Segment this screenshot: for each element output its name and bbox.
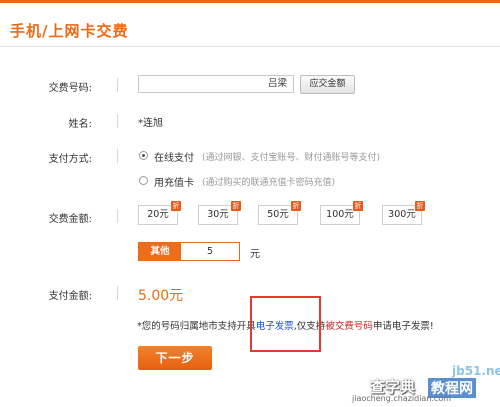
payment-label: 支付方式: [48,154,92,165]
amount-option-label: 50元 [267,209,289,220]
radio-online-pay[interactable] [139,151,148,160]
recharge-card-label[interactable]: 用充值卡 [154,174,194,189]
separator [117,209,118,223]
amount-option-label: 20元 [147,209,169,220]
title-divider [0,46,500,47]
discount-badge-icon: 折 [171,201,181,211]
separator [117,114,118,128]
radio-recharge-card[interactable] [139,176,148,185]
name-label: 姓名: [68,119,92,130]
notice-prefix: *您的号码归属地市支持开具 [137,321,256,332]
amount-option-label: 300元 [388,209,416,220]
other-amount-unit: 元 [250,249,260,260]
charged-number-link[interactable]: 被交费号码 [325,321,373,332]
other-amount-tag[interactable]: 其他 [139,243,181,260]
next-step-button[interactable]: 下一步 [138,346,212,370]
online-pay-label[interactable]: 在线支付 [154,149,194,164]
highlight-box [250,296,321,352]
separator [117,78,118,92]
number-label: 交费号码: [48,83,92,94]
amount-option-20[interactable]: 20元 折 [138,201,181,225]
online-pay-hint: (通过网银、支付宝账号、财付通账号等支付) [202,153,381,163]
amount-label: 交费金额: [48,214,92,225]
discount-badge-icon: 折 [231,201,241,211]
phone-number-input[interactable]: 吕梁 [138,75,294,93]
other-amount-input[interactable]: 5 [181,243,239,260]
watermark-url: jiaocheng.chazidian.com [352,394,452,403]
separator [117,149,118,163]
top-accent-bar [0,0,500,3]
amount-option-label: 30元 [207,209,229,220]
amount-option-50[interactable]: 50元 折 [258,201,301,225]
amount-option-100[interactable]: 100元 折 [320,201,363,225]
amount-option-300[interactable]: 300元 折 [382,201,425,225]
discount-badge-icon: 折 [353,201,363,211]
other-amount-group: 其他 5 [138,242,240,261]
pay-amount-label: 支付金额: [48,291,92,302]
page-title: 手机/上网卡交费 [10,22,129,40]
pay-amount-value: 5.00元 [138,288,184,304]
name-value: *连旭 [138,118,163,129]
query-amount-button[interactable]: 应交金额 [300,75,355,94]
discount-badge-icon: 折 [415,201,425,211]
watermark-site: jb51.net [452,364,500,378]
discount-badge-icon: 折 [291,201,301,211]
amount-option-label: 100元 [326,209,354,220]
notice-suffix: 申请电子发票! [372,321,434,332]
separator [117,286,118,300]
recharge-card-hint: (通过购买的联通充值卡密码充值) [202,178,336,188]
amount-option-30[interactable]: 30元 折 [198,201,241,225]
